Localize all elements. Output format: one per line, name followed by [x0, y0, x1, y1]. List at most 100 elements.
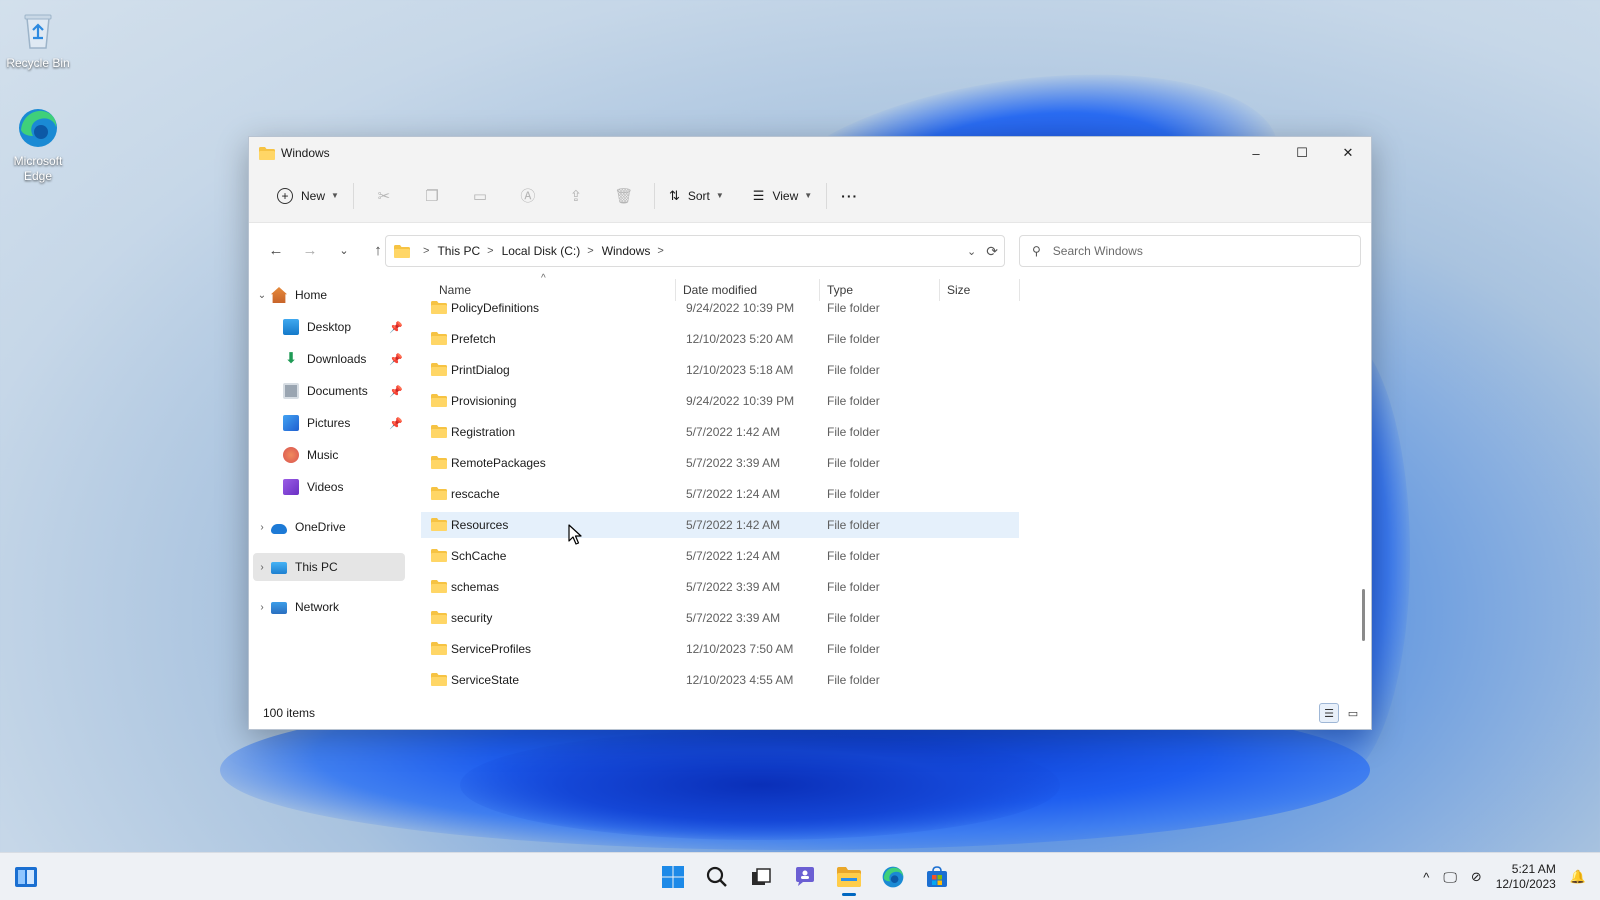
minimize-button[interactable]: – [1233, 137, 1279, 169]
chevron-down-icon[interactable]: ⌄ [967, 245, 976, 258]
maximize-button[interactable]: ☐ [1279, 137, 1325, 169]
see-more-button[interactable]: ··· [833, 180, 866, 212]
notification-icon[interactable]: 🔔 [1570, 869, 1586, 885]
arrow-up-icon: ↑ [374, 241, 382, 259]
column-divider[interactable] [1019, 279, 1020, 301]
tiles-view-button[interactable]: ▭ [1343, 703, 1363, 723]
breadcrumb-local-disk[interactable]: Local Disk (C:) > [502, 244, 602, 258]
network-status-icon[interactable]: ⊘ [1471, 869, 1482, 885]
folder-icon [431, 673, 447, 686]
back-button[interactable]: ← [259, 234, 293, 266]
file-date-modified: 9/24/2022 10:39 PM [686, 301, 795, 315]
taskbar: ^ 🖵 ⊘ 5:21 AM 12/10/2023 🔔 [0, 852, 1600, 900]
clock-date: 12/10/2023 [1495, 877, 1556, 891]
table-row[interactable]: security 5/7/2022 3:39 AM File folder [421, 605, 1019, 631]
cut-button[interactable]: ✂ [360, 180, 408, 212]
more-icon: ··· [841, 187, 859, 204]
edge-icon [16, 106, 60, 150]
table-row[interactable]: ServiceProfiles 12/10/2023 7:50 AM File fo… [421, 636, 1019, 662]
folder-icon [394, 244, 410, 258]
breadcrumb-windows[interactable]: Windows > [602, 244, 672, 258]
windows-logo-icon [662, 866, 684, 888]
table-row[interactable]: schemas 5/7/2022 3:39 AM File folder [421, 574, 1019, 600]
table-row[interactable]: Registration 5/7/2022 1:42 AM File folder [421, 419, 1019, 445]
vertical-scrollbar-thumb[interactable] [1362, 589, 1365, 641]
file-type: File folder [827, 487, 880, 501]
chat-button[interactable] [784, 857, 826, 897]
widgets-button[interactable] [14, 865, 38, 889]
refresh-icon[interactable]: ⟳ [986, 243, 998, 260]
table-row[interactable]: PrintDialog 12/10/2023 5:18 AM File folder [421, 357, 1019, 383]
nav-music[interactable]: Music [249, 441, 413, 469]
new-button[interactable]: + New ▼ [269, 180, 347, 212]
taskbar-search-button[interactable] [696, 857, 738, 897]
edge-taskbar-button[interactable] [872, 857, 914, 897]
file-date-modified: 12/10/2023 5:18 AM [686, 363, 794, 377]
search-input[interactable] [1052, 244, 1333, 258]
rename-icon: Ⓐ [520, 188, 536, 205]
details-view-button[interactable]: ☰ [1319, 703, 1339, 723]
title-bar[interactable]: Windows – ☐ ✕ [249, 137, 1371, 169]
address-bar[interactable]: > This PC > Local Disk (C:) > Windows > ⌄ ⟳ [385, 235, 1005, 267]
nav-label: Pictures [307, 416, 351, 430]
pin-icon[interactable]: 📌 [389, 385, 403, 398]
nav-downloads[interactable]: ⬇ Downloads 📌 [249, 345, 413, 373]
table-row[interactable]: Resources 5/7/2022 1:42 AM File folder [421, 512, 1019, 538]
display-icon[interactable]: 🖵 [1443, 869, 1457, 886]
table-row[interactable]: ServiceState 12/10/2023 4:55 AM File folde… [421, 667, 1019, 693]
store-taskbar-button[interactable] [916, 857, 958, 897]
file-name: ServiceProfiles [451, 642, 532, 656]
address-row: ← → ⌄ ↑ > This PC > Local Disk (C:) > Wind… [249, 223, 1371, 277]
task-view-button[interactable] [740, 857, 782, 897]
breadcrumb-this-pc[interactable]: This PC > [437, 244, 501, 258]
forward-button[interactable]: → [293, 234, 327, 266]
rename-button[interactable]: Ⓐ [504, 180, 552, 212]
folder-icon [431, 611, 447, 624]
pin-icon[interactable]: 📌 [389, 353, 403, 366]
share-button[interactable]: ⇪ [552, 180, 600, 212]
view-button[interactable]: ☰ View ▼ [745, 180, 820, 212]
paste-button[interactable]: ▭ [456, 180, 504, 212]
table-row[interactable]: Provisioning 9/24/2022 10:39 PM File folde… [421, 388, 1019, 414]
folder-icon [431, 363, 447, 376]
file-name: PrintDialog [451, 363, 510, 377]
breadcrumb-label: Local Disk (C:) [501, 244, 581, 258]
table-row[interactable]: rescache 5/7/2022 1:24 AM File folder [421, 481, 1019, 507]
nav-documents[interactable]: Documents 📌 [249, 377, 413, 405]
desktop-icon-label: Microsoft Edge [13, 154, 63, 183]
nav-desktop[interactable]: Desktop 📌 [249, 313, 413, 341]
start-button[interactable] [652, 857, 694, 897]
sort-button[interactable]: ⇅ Sort ▼ [661, 180, 732, 212]
nav-onedrive[interactable]: › OneDrive [249, 513, 413, 541]
pin-icon[interactable]: 📌 [389, 321, 403, 334]
desktop-icon-recycle-bin[interactable]: Recycle Bin [0, 8, 76, 71]
nav-pictures[interactable]: Pictures 📌 [249, 409, 413, 437]
breadcrumb-label: This PC [437, 244, 481, 258]
folder-icon [431, 549, 447, 562]
nav-home[interactable]: ⌄ Home [249, 281, 413, 309]
folder-icon [431, 425, 447, 438]
table-row[interactable]: PolicyDefinitions 9/24/2022 10:39 PM File … [421, 295, 1019, 321]
trash-icon: 🗑 [614, 187, 634, 205]
clock[interactable]: 5:21 AM 12/10/2023 [1496, 862, 1556, 892]
sort-label: Sort [687, 188, 710, 203]
copy-button[interactable]: ❐ [408, 180, 456, 212]
chevron-up-icon[interactable]: ^ [1423, 870, 1429, 885]
close-button[interactable]: ✕ [1325, 137, 1371, 169]
pin-icon[interactable]: 📌 [389, 417, 403, 430]
table-row[interactable]: RemotePackages 5/7/2022 3:39 AM File folde… [421, 450, 1019, 476]
desktop-icon-microsoft-edge[interactable]: Microsoft Edge [0, 106, 76, 184]
nav-network[interactable]: › Network [249, 593, 413, 621]
delete-button[interactable]: 🗑 [600, 180, 648, 212]
file-explorer-taskbar-button[interactable] [828, 857, 870, 897]
search-box[interactable]: ⚲ [1019, 235, 1361, 267]
table-row[interactable]: SchCache 5/7/2022 1:24 AM File folder [421, 543, 1019, 569]
folder-icon [431, 518, 447, 531]
nav-label: Videos [307, 480, 344, 494]
recent-locations-button[interactable]: ⌄ [327, 234, 361, 266]
nav-this-pc[interactable]: › This PC [253, 553, 405, 581]
nav-videos[interactable]: Videos [249, 473, 413, 501]
table-row[interactable]: Prefetch 12/10/2023 5:20 AM File folder [421, 326, 1019, 352]
file-date-modified: 5/7/2022 3:39 AM [686, 611, 781, 625]
tiles-view-icon: ▭ [1347, 707, 1359, 720]
